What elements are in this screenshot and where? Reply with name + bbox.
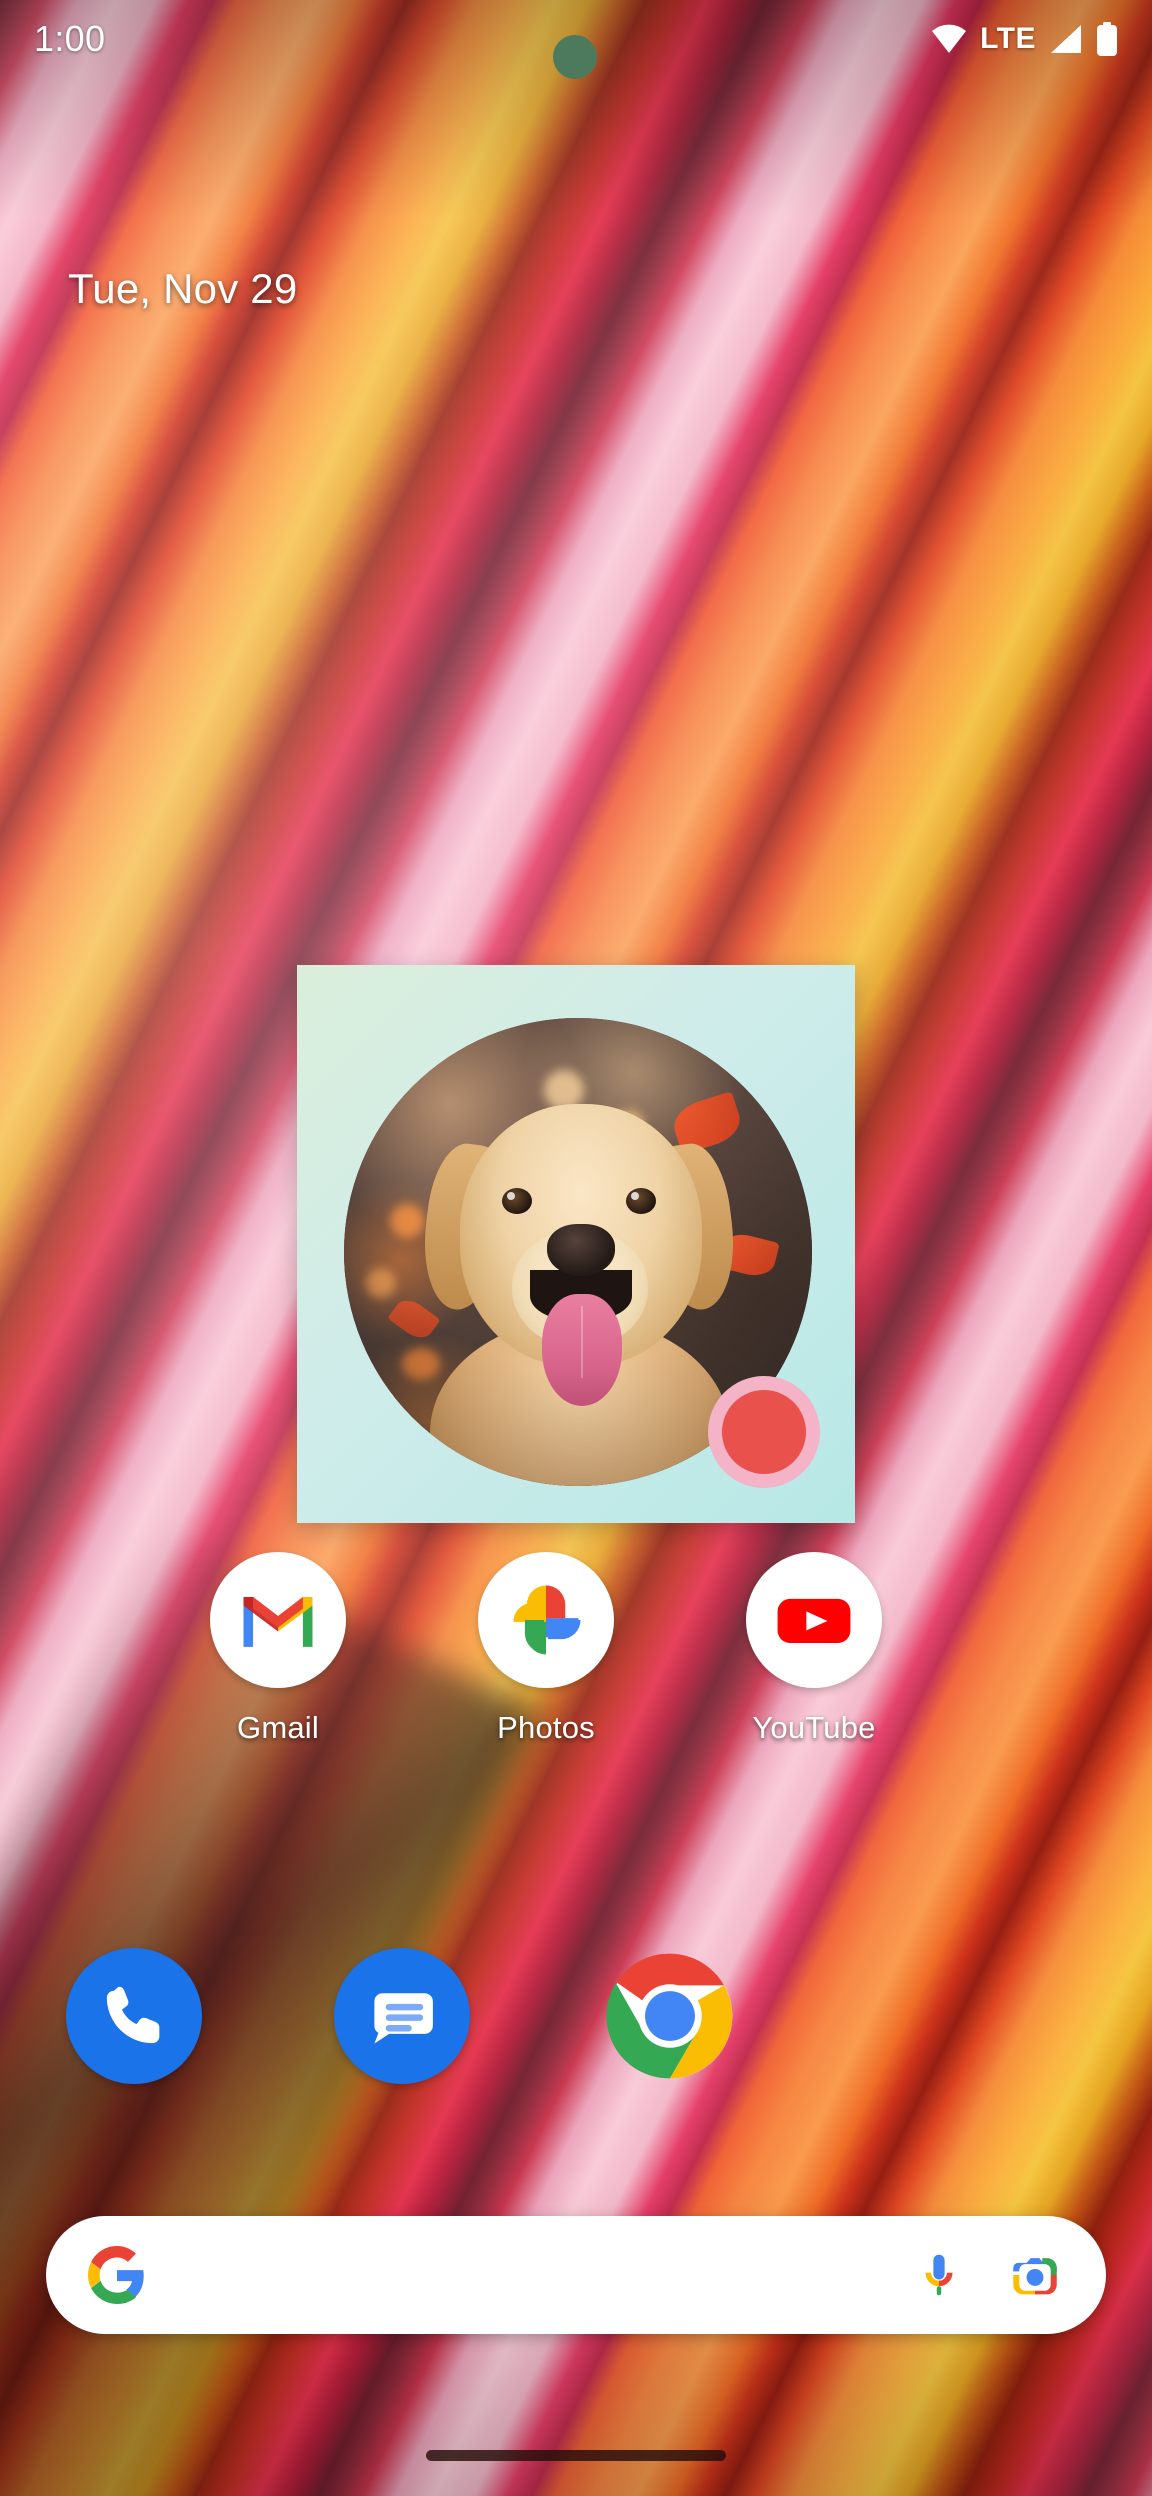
app-label: Photos [497, 1710, 595, 1745]
gmail-icon[interactable] [210, 1552, 346, 1688]
app-shortcut-youtube[interactable]: YouTube [680, 1552, 948, 1746]
chrome-icon[interactable] [602, 1948, 738, 2084]
dock [0, 1948, 1152, 2084]
app-shortcut-photos[interactable]: Photos [412, 1552, 680, 1746]
wifi-icon [931, 24, 967, 54]
google-lens-camera-icon[interactable] [1004, 2244, 1066, 2306]
dock-shortcut-messages[interactable] [268, 1948, 536, 2084]
google-g-icon [86, 2244, 148, 2306]
signal-icon [1049, 24, 1083, 54]
dock-shortcut-chrome[interactable] [536, 1948, 804, 2084]
phone-icon[interactable] [66, 1948, 202, 2084]
camera-cutout [553, 35, 597, 79]
status-indicators: LTE [931, 22, 1118, 56]
google-search-bar[interactable] [46, 2216, 1106, 2334]
app-shortcut-gmail[interactable]: Gmail [144, 1552, 412, 1746]
youtube-icon[interactable] [746, 1552, 882, 1688]
battery-icon [1096, 22, 1118, 56]
messages-icon[interactable] [334, 1948, 470, 2084]
home-date-text[interactable]: Tue, Nov 29 [68, 265, 297, 313]
google-photos-icon[interactable] [478, 1552, 614, 1688]
photo-frame-widget[interactable] [297, 965, 855, 1523]
microphone-icon[interactable] [908, 2244, 970, 2306]
search-input[interactable] [168, 2255, 888, 2295]
widget-status-badge[interactable] [708, 1376, 820, 1488]
network-type-label: LTE [980, 22, 1036, 55]
app-grid-row: Gmail Photos YouTube [0, 1552, 1152, 1746]
status-time: 1:00 [34, 18, 106, 59]
android-home-screen: 1:00 LTE Tue, Nov 29 Gmail Photos YouTub… [0, 0, 1152, 2496]
app-label: Gmail [237, 1710, 319, 1745]
home-gesture-pill[interactable] [426, 2450, 726, 2461]
dock-shortcut-phone[interactable] [0, 1948, 268, 2084]
app-label: YouTube [752, 1710, 876, 1745]
widget-status-badge-fill [722, 1390, 806, 1474]
